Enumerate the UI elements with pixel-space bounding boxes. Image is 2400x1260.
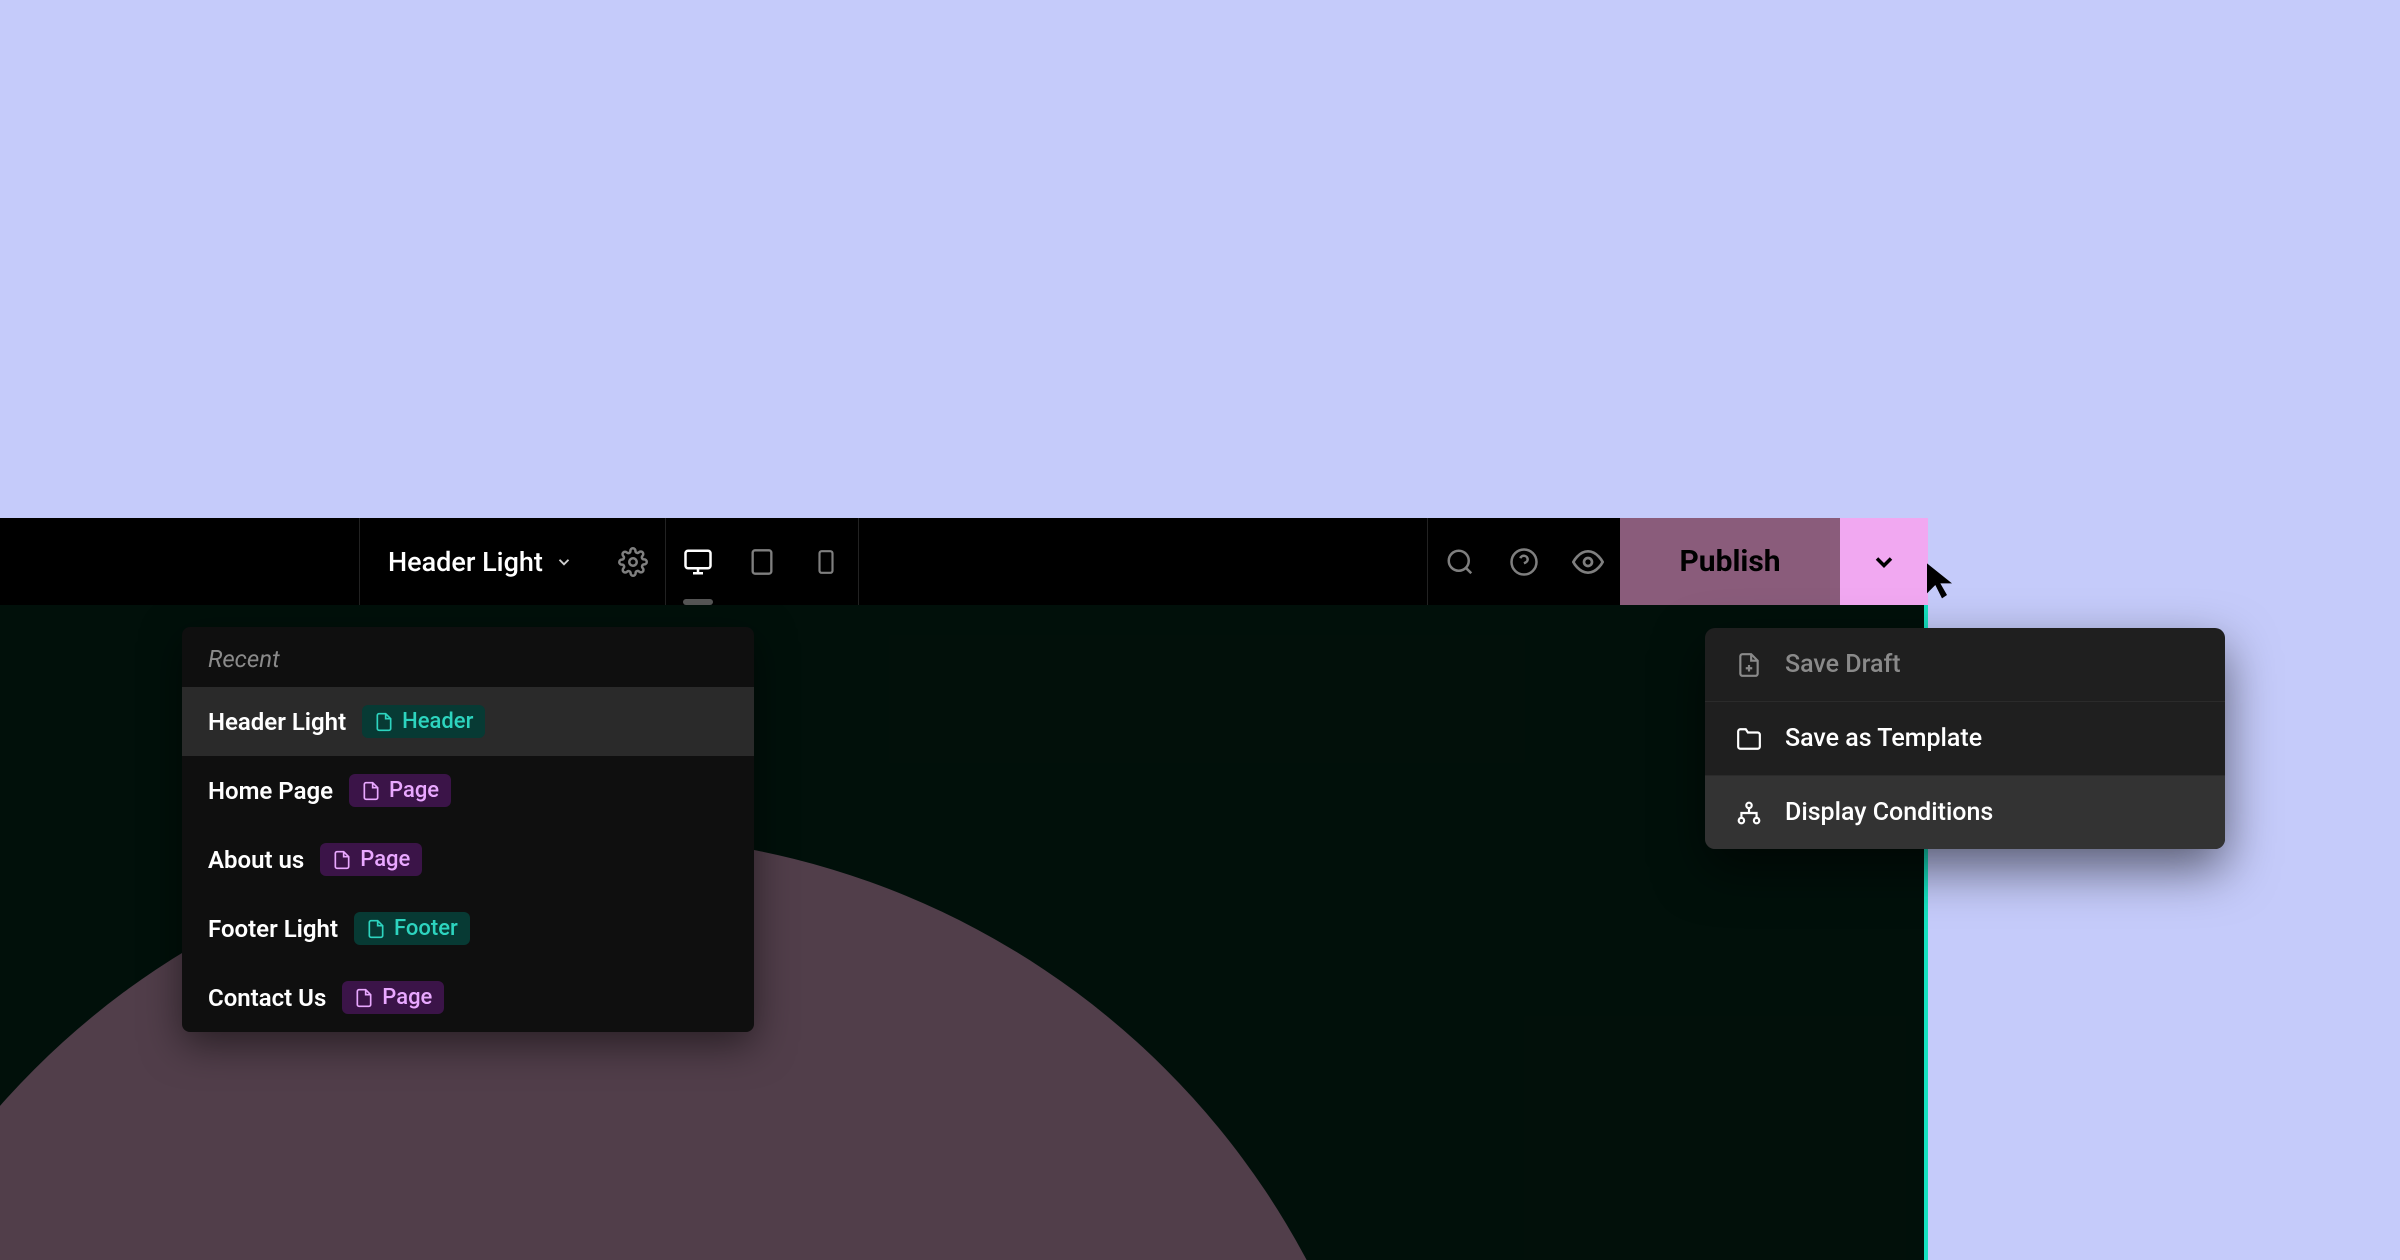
toolbar-left-spacer [0,518,360,605]
page-selector[interactable]: Header Light [360,518,601,605]
recent-item-name: Home Page [208,777,333,805]
publish-dropdown-menu: Save Draft Save as Template Display Condit… [1705,628,2225,849]
search-icon [1445,547,1475,577]
file-icon [332,850,352,870]
publish-menu-item-label: Save as Template [1785,724,1982,753]
smartphone-icon [813,549,839,575]
publish-menu-item-label: Save Draft [1785,650,1901,679]
type-tag: Header [362,705,485,738]
chevron-down-icon [1870,548,1898,576]
eye-icon [1572,546,1604,578]
type-tag: Footer [354,912,470,945]
page-selector-label: Header Light [388,546,543,578]
chevron-down-icon [555,553,573,571]
publish-menu-item-label: Display Conditions [1785,798,1993,827]
recent-item[interactable]: Home Page Page [182,756,754,825]
viewport-desktop-button[interactable] [666,518,730,605]
monitor-icon [683,547,713,577]
help-icon [1509,547,1539,577]
cursor-icon [1922,560,1962,600]
settings-button[interactable] [601,518,665,605]
type-tag-label: Footer [394,916,458,941]
viewport-tablet-button[interactable] [730,518,794,605]
file-icon [354,988,374,1008]
recent-item[interactable]: Header Light Header [182,687,754,756]
recent-item-name: Contact Us [208,984,326,1012]
type-tag-label: Page [382,985,432,1010]
publish-menu-toggle[interactable] [1840,518,1928,605]
gear-icon [618,547,648,577]
publish-button[interactable]: Publish [1620,518,1840,605]
publish-menu-item: Save Draft [1705,628,2225,702]
file-icon [366,919,386,939]
toolbar-flex-spacer [859,518,1427,605]
recent-item[interactable]: Contact Us Page [182,963,754,1032]
recent-item[interactable]: Footer Light Footer [182,894,754,963]
file-icon [361,781,381,801]
viewport-mobile-button[interactable] [794,518,858,605]
file-icon [374,712,394,732]
help-button[interactable] [1492,518,1556,605]
recent-heading: Recent [182,627,754,687]
type-tag-label: Page [389,778,439,803]
type-tag-label: Header [402,709,473,734]
recent-item-name: Footer Light [208,915,338,943]
publish-menu-item[interactable]: Display Conditions [1705,776,2225,849]
folder-icon [1735,725,1763,753]
preview-button[interactable] [1556,518,1620,605]
type-tag-label: Page [360,847,410,872]
type-tag: Page [342,981,444,1014]
publish-label: Publish [1679,544,1780,579]
type-tag: Page [349,774,451,807]
tablet-icon [748,548,776,576]
publish-menu-item[interactable]: Save as Template [1705,702,2225,776]
top-toolbar: Header Light [0,518,1928,605]
recent-item-name: Header Light [208,708,346,736]
recent-item[interactable]: About us Page [182,825,754,894]
file-plus-icon [1735,651,1763,679]
recent-item-name: About us [208,846,304,874]
recent-pages-menu: Recent Header LightHeaderHome PagePageAb… [182,627,754,1032]
type-tag: Page [320,843,422,876]
editor-stage: Header Light [0,518,1928,1260]
finder-button[interactable] [1428,518,1492,605]
sitemap-icon [1735,799,1763,827]
